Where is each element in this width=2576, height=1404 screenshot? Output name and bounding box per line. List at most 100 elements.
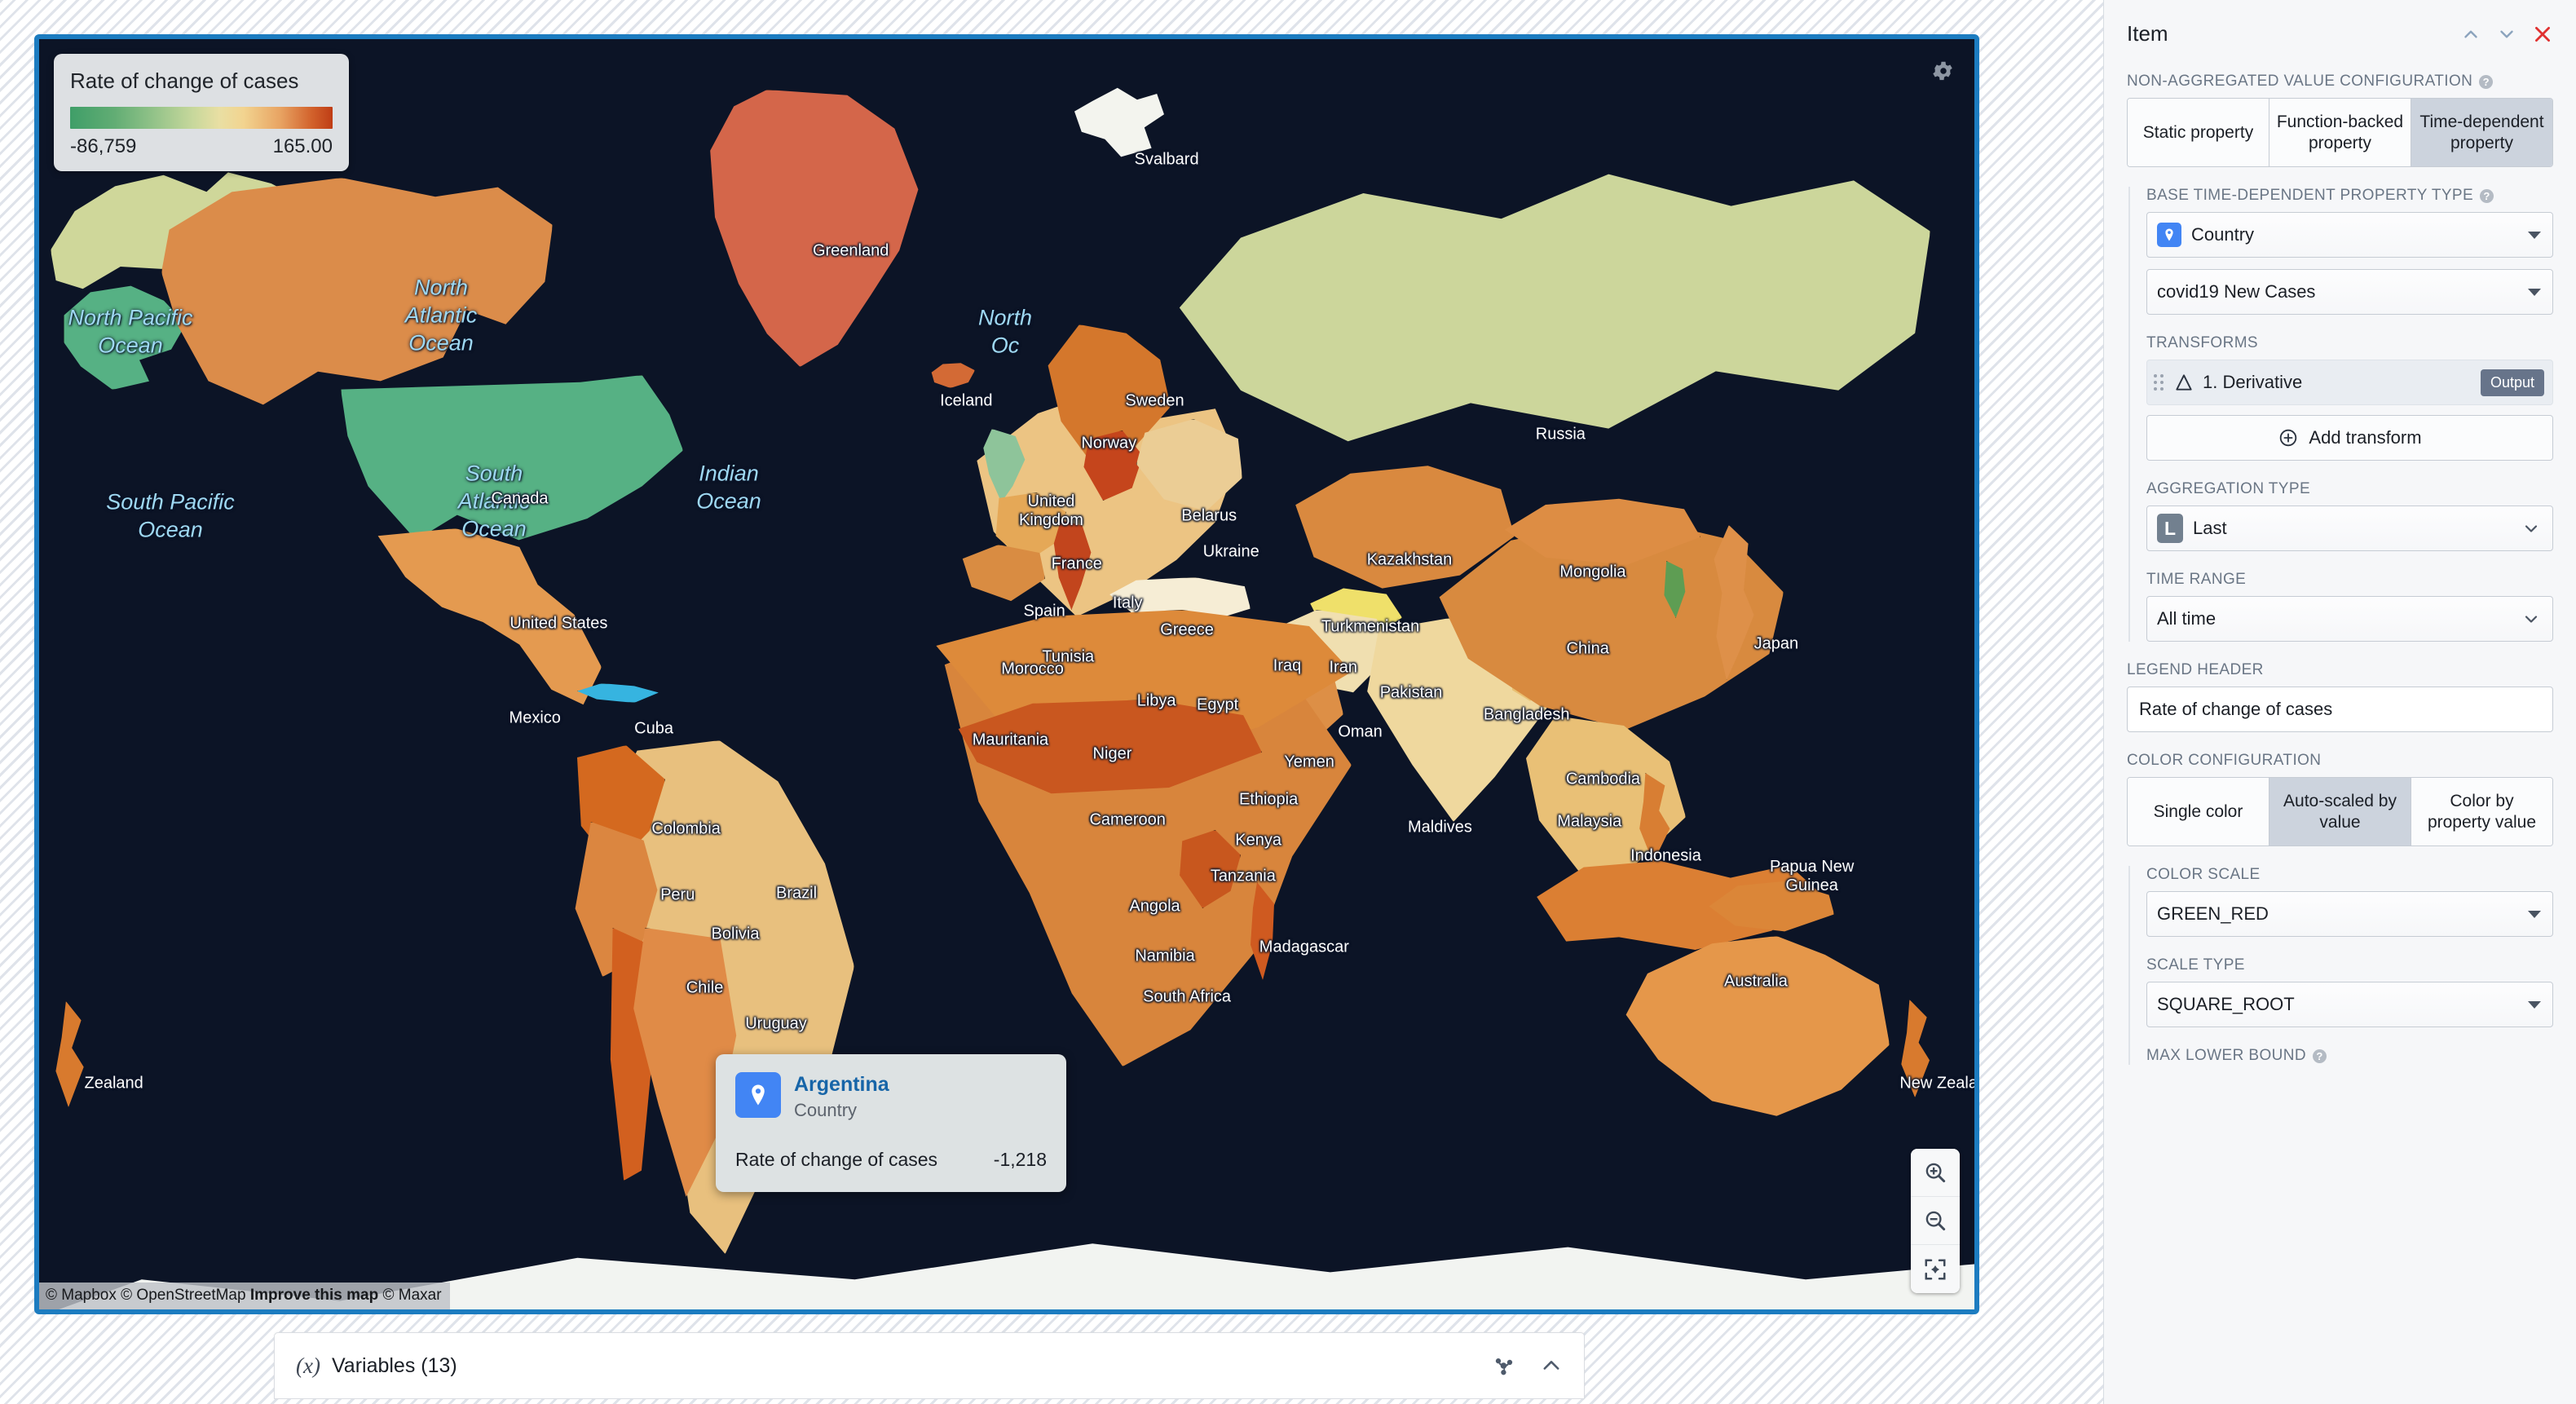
- option-function-backed-property[interactable]: Function-backed property: [2269, 99, 2411, 167]
- option-color-by-property-value[interactable]: Color by property value: [2411, 778, 2552, 846]
- non-aggregated-segmented-control: Static property Function-backed property…: [2127, 98, 2553, 168]
- attribution-maxar[interactable]: © Maxar: [382, 1287, 441, 1304]
- location-pin-icon: [752, 1084, 765, 1106]
- aggregation-letter: L: [2157, 514, 2183, 544]
- transform-name: 1. Derivative: [2203, 372, 2303, 393]
- map-nav-controls: [1911, 1149, 1960, 1293]
- section-label-transforms: TRANSFORMS: [2146, 334, 2553, 352]
- move-down-button[interactable]: [2496, 24, 2517, 45]
- drag-handle-icon[interactable]: [2154, 374, 2164, 391]
- land-iceland: [928, 362, 975, 388]
- node-graph-button[interactable]: [1493, 1354, 1515, 1377]
- object-type-value: Country: [2191, 224, 2255, 245]
- help-icon[interactable]: ?: [2480, 188, 2494, 203]
- close-icon: [2535, 26, 2550, 42]
- color-config-label-text: COLOR CONFIGURATION: [2127, 752, 2322, 770]
- land-greenland: [691, 90, 928, 367]
- aggregation-type-select[interactable]: L Last: [2146, 506, 2553, 552]
- close-button[interactable]: [2532, 24, 2553, 45]
- zoom-in-button[interactable]: [1911, 1149, 1960, 1197]
- property-select[interactable]: covid19 New Cases: [2146, 269, 2553, 316]
- attribution-improve-link[interactable]: Improve this map: [250, 1287, 378, 1304]
- collapse-variables-button[interactable]: [1540, 1354, 1563, 1377]
- transform-output-badge: Output: [2480, 369, 2544, 396]
- legend-header-value: Rate of change of cases: [2139, 699, 2333, 720]
- popup-metric-value: -1,218: [993, 1149, 1047, 1170]
- gear-icon: [1933, 61, 1952, 81]
- map-legend: Rate of change of cases -86,759 165.00: [54, 54, 349, 171]
- section-label-aggregation: AGGREGATION TYPE: [2146, 480, 2553, 498]
- land-korea: [1660, 561, 1687, 618]
- aggregation-badge: L: [2157, 514, 2183, 544]
- transform-item[interactable]: 1. Derivative Output: [2146, 360, 2553, 406]
- add-transform-label: Add transform: [2309, 427, 2422, 448]
- land-philippines: [1629, 773, 1678, 863]
- section-label-non-aggregated: NON-AGGREGATED VALUE CONFIGURATION ?: [2127, 73, 2553, 91]
- transforms-label-text: TRANSFORMS: [2146, 334, 2258, 352]
- map-settings-button[interactable]: [1930, 59, 1955, 87]
- land-papua-new-guinea: [1704, 879, 1834, 936]
- map-pane: Arctic Ocean North Atlantic Ocean North …: [0, 0, 2030, 1404]
- land-cuba: [577, 683, 659, 703]
- land-sahel: [952, 700, 1262, 797]
- add-transform-button[interactable]: Add transform: [2146, 415, 2553, 461]
- color-configuration-segmented-control: Single color Auto-scaled by value Color …: [2127, 777, 2553, 847]
- property-value: covid19 New Cases: [2157, 281, 2316, 302]
- location-pin-tile: [2157, 223, 2181, 248]
- zoom-out-icon: [1925, 1211, 1946, 1231]
- variables-title: Variables (13): [331, 1353, 457, 1377]
- fit-to-screen-button[interactable]: [1911, 1245, 1960, 1293]
- legend-header-input[interactable]: Rate of change of cases: [2127, 687, 2553, 733]
- map-attribution[interactable]: © Mapbox © OpenStreetMap Improve this ma…: [39, 1283, 450, 1309]
- non-aggregated-label-text: NON-AGGREGATED VALUE CONFIGURATION: [2127, 73, 2473, 90]
- color-scale-value: GREEN_RED: [2157, 903, 2269, 925]
- map-canvas[interactable]: Arctic Ocean North Atlantic Ocean North …: [39, 39, 1974, 1309]
- feature-popup[interactable]: Argentina Country Rate of change of case…: [716, 1054, 1066, 1192]
- move-up-button[interactable]: [2460, 24, 2481, 45]
- popup-feature-name[interactable]: Argentina: [794, 1072, 889, 1097]
- help-icon[interactable]: ?: [2313, 1049, 2327, 1063]
- option-time-dependent-property[interactable]: Time-dependent property: [2411, 99, 2552, 167]
- delta-icon: [2176, 374, 2192, 391]
- zoom-out-button[interactable]: [1911, 1197, 1960, 1245]
- attribution-osm[interactable]: © OpenStreetMap: [121, 1287, 245, 1304]
- location-pin-icon: [2165, 228, 2173, 241]
- color-scale-select[interactable]: GREEN_RED: [2146, 891, 2553, 938]
- popup-metric-label: Rate of change of cases: [735, 1149, 938, 1170]
- land-italy: [1050, 520, 1099, 610]
- option-static-property[interactable]: Static property: [2128, 99, 2269, 167]
- option-auto-scaled-by-value[interactable]: Auto-scaled by value: [2269, 778, 2411, 846]
- section-label-time-range: TIME RANGE: [2146, 571, 2553, 589]
- node-graph-icon: [1495, 1358, 1513, 1375]
- max-lower-bound-label-text: MAX LOWER BOUND: [2146, 1047, 2307, 1065]
- land-madagascar: [1242, 882, 1283, 980]
- land-russia: [1164, 161, 1930, 479]
- base-type-label-text: BASE TIME-DEPENDENT PROPERTY TYPE: [2146, 187, 2474, 205]
- help-icon[interactable]: ?: [2479, 74, 2494, 89]
- time-range-value: All time: [2157, 608, 2217, 629]
- map-pin-tile: [735, 1072, 781, 1118]
- chevron-down-icon: [2528, 1000, 2541, 1009]
- chevron-down-icon: [2525, 616, 2538, 623]
- legend-gradient-bar: [70, 107, 333, 129]
- object-type-badge: [2157, 223, 2181, 248]
- aggregation-value: Last: [2193, 518, 2227, 539]
- color-scale-label-text: COLOR SCALE: [2146, 866, 2261, 884]
- option-single-color[interactable]: Single color: [2128, 778, 2269, 846]
- legend-min-value: -86,759: [70, 135, 137, 157]
- chevron-down-icon: [2528, 288, 2541, 296]
- fit-to-screen-icon: [1925, 1259, 1946, 1279]
- section-label-color-scale: COLOR SCALE: [2146, 866, 2553, 884]
- pane-gutter: [2030, 0, 2103, 1404]
- variables-bar[interactable]: (x) Variables (13): [274, 1332, 1585, 1399]
- object-type-select[interactable]: Country: [2146, 212, 2553, 258]
- plus-circle-icon: [2280, 429, 2297, 447]
- time-dependent-group: BASE TIME-DEPENDENT PROPERTY TYPE ? Coun…: [2128, 187, 2553, 642]
- time-range-select[interactable]: All time: [2146, 596, 2553, 642]
- land-spain: [955, 545, 1045, 603]
- map-card[interactable]: Arctic Ocean North Atlantic Ocean North …: [34, 34, 1979, 1314]
- scale-type-select[interactable]: SQUARE_ROOT: [2146, 982, 2553, 1028]
- time-range-label-text: TIME RANGE: [2146, 571, 2247, 589]
- attribution-mapbox[interactable]: © Mapbox: [46, 1287, 117, 1304]
- chevron-down-icon: [2528, 910, 2541, 918]
